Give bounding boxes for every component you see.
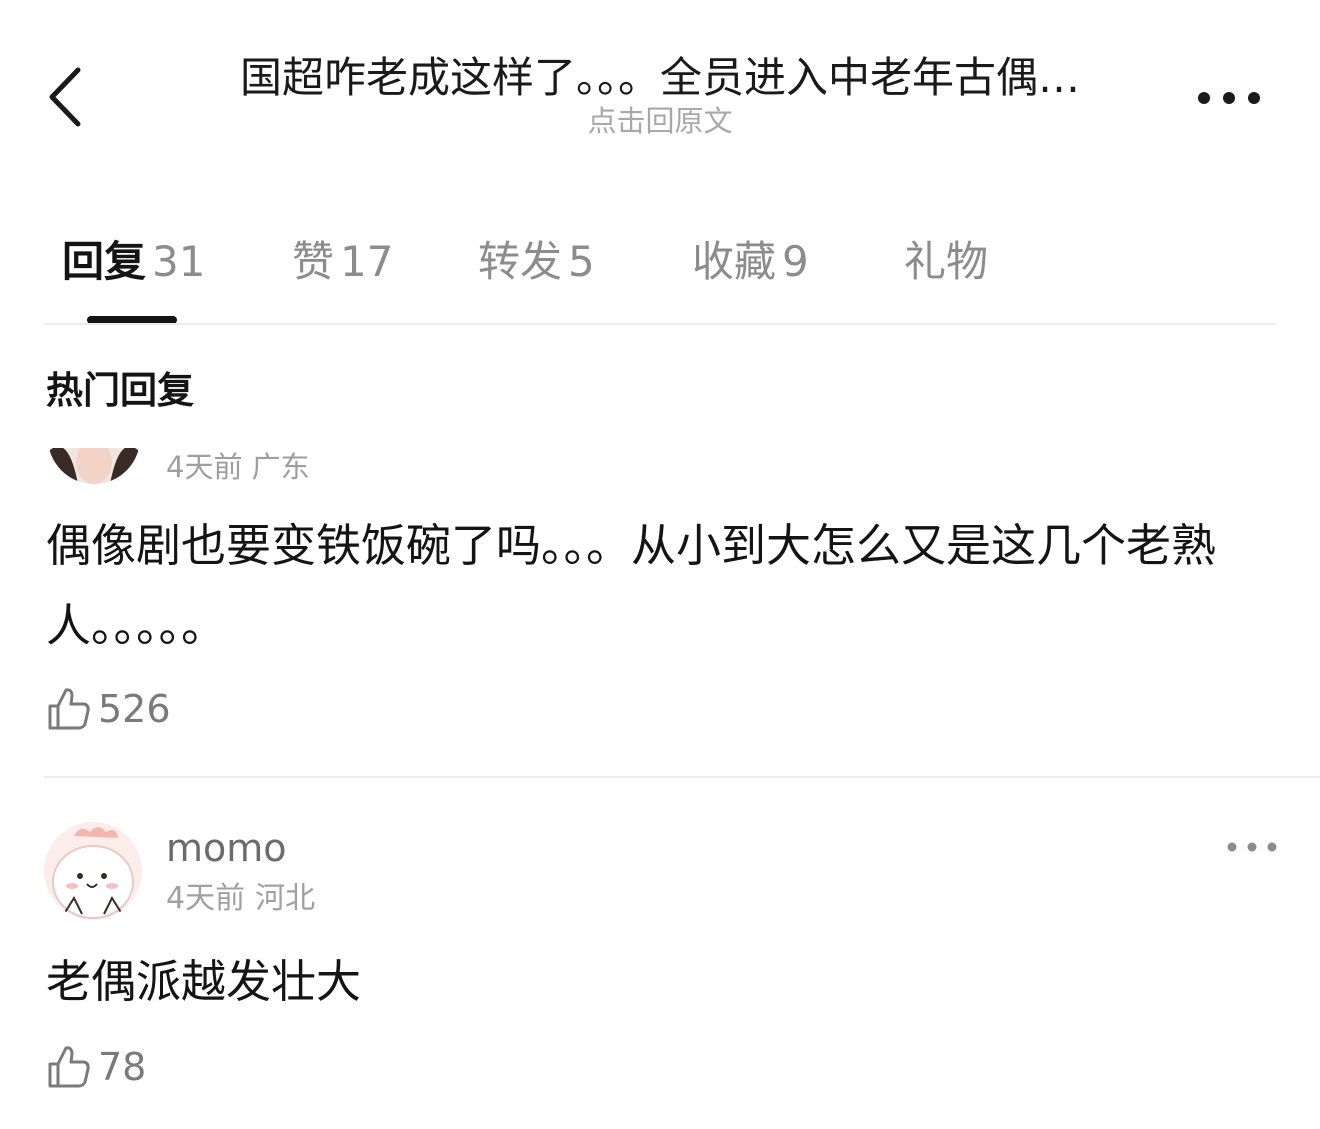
comment-divider (44, 776, 1320, 778)
page-title: 国超咋老成这样了。。。全员进入中老年古偶… (239, 53, 1080, 102)
like-button[interactable]: 78 (46, 1042, 146, 1092)
comment-more-button[interactable] (1222, 832, 1282, 862)
title-block: 国超咋老成这样了。。。全员进入中老年古偶… 点击回原文 (160, 48, 1160, 138)
ellipsis-horizontal-icon (1198, 92, 1260, 104)
tab-count: 5 (568, 237, 595, 286)
tab-count: 9 (782, 237, 809, 286)
comment-time: 4天前 (166, 881, 246, 916)
top-bar: 国超咋老成这样了。。。全员进入中老年古偶… 点击回原文 (0, 0, 1320, 180)
like-count: 526 (98, 687, 171, 731)
comment-meta: 4天前 河北 (166, 880, 315, 918)
thumbs-up-icon (48, 688, 90, 730)
comment-meta: 4天前 广东 (166, 450, 310, 484)
comment-location: 河北 (255, 881, 316, 916)
section-title: 热门回复 (46, 369, 194, 412)
tab-label: 赞 (292, 237, 335, 286)
avatar[interactable] (44, 822, 142, 920)
ellipsis-horizontal-icon (1227, 842, 1277, 852)
tab-label: 礼物 (904, 237, 989, 286)
tab-count: 31 (152, 237, 206, 286)
comment-text: 偶像剧也要变铁饭碗了吗。。。从小到大怎么又是这几个老熟人。。。。。 (46, 519, 1217, 652)
tabs-divider (44, 323, 1276, 325)
tab-bar: 回复 31 赞 17 转发 5 收藏 9 礼物 (0, 222, 1320, 302)
tab-label: 转发 (478, 237, 563, 286)
more-button[interactable] (1192, 78, 1272, 118)
back-to-original-link[interactable]: 点击回原文 (587, 104, 732, 138)
tab-gifts[interactable]: 礼物 (904, 232, 994, 292)
thumbs-up-icon (48, 1046, 90, 1088)
like-button[interactable]: 526 (46, 684, 171, 734)
like-count: 78 (98, 1045, 147, 1089)
tab-likes[interactable]: 赞 17 (292, 232, 393, 292)
username[interactable]: momo (166, 824, 287, 872)
avatar[interactable] (48, 448, 140, 484)
tab-label: 回复 (62, 237, 147, 286)
tab-count: 17 (340, 237, 394, 286)
back-button[interactable] (40, 60, 100, 130)
comment-text: 老偶派越发壮大 (46, 955, 362, 1008)
tab-reposts[interactable]: 转发 5 (478, 232, 595, 292)
comment-header-partial: 4天前 广东 (0, 448, 1320, 488)
tab-label: 收藏 (692, 237, 777, 286)
chevron-left-icon (49, 67, 81, 127)
tab-replies[interactable]: 回复 31 (62, 232, 205, 292)
tab-favorites[interactable]: 收藏 9 (692, 232, 809, 292)
